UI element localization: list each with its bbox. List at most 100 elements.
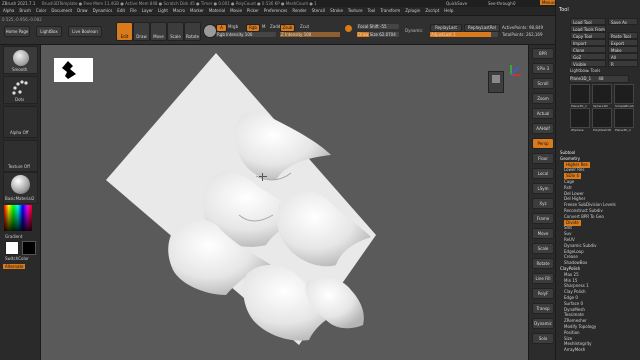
shelf-local-button[interactable]: Local [532,168,554,179]
replay-last-rel-button[interactable]: ReplayLastRel [464,24,500,32]
shelf-actual-button[interactable]: Actual [532,108,554,119]
edit-button[interactable]: Edit [116,22,133,41]
tool-thumb-simplebrush[interactable]: SimpleBrush [614,84,634,108]
mrgb-toggle[interactable]: Mrgb [228,24,238,29]
dynamic-toggle[interactable]: Dynamic [405,28,423,33]
menu-zscript[interactable]: Zscript [425,8,439,13]
shelf-bpr-button[interactable]: BPR [532,48,554,59]
shelf-line-fill-button[interactable]: Line Fill [532,273,554,284]
tool-paste-tool-button[interactable]: Paste Tool [608,32,638,39]
axis-gizmo-icon[interactable] [505,63,523,81]
tool-thumb-sphere3d[interactable]: Sphere3D [592,84,612,108]
a-button[interactable]: A [216,24,227,32]
z-intensity-slider[interactable]: Z Intensity 100 [280,32,340,37]
tool-all-button[interactable]: All [608,53,638,60]
menu-texture[interactable]: Texture [348,8,363,13]
menu-material[interactable]: Material [209,8,225,13]
zsub-toggle[interactable]: Zsub [280,24,295,32]
menu-zplugin[interactable]: Zplugin [405,8,420,13]
color-picker[interactable] [4,205,32,231]
shelf-dynamic-button[interactable]: Dynamic [532,318,554,329]
tool-load-tools-from-project-button[interactable]: Load Tools From Project [570,25,606,39]
menu-light[interactable]: Light [158,8,168,13]
adjust-last-slider[interactable]: AdjustLast 1 [430,32,498,37]
see-through-label[interactable]: See-through [488,1,513,6]
tool-section-arraymesh[interactable]: ArrayMesh [564,347,585,353]
menu-document[interactable]: Document [51,8,72,13]
shelf-rotate-button[interactable]: Rotate [532,258,554,269]
menu-transform[interactable]: Transform [380,8,400,13]
rgb-toggle[interactable]: Rgb [246,24,260,32]
brush-thumbnail[interactable]: Smooth [3,46,38,74]
shelf-zoom-button[interactable]: Zoom [532,93,554,104]
draw-button[interactable]: Draw [133,22,150,41]
menu-brush[interactable]: Brush [19,8,31,13]
shelf-aahalf-button[interactable]: AAHalf [532,123,554,134]
zadd-toggle[interactable]: Zadd [270,24,280,29]
menu-draw[interactable]: Draw [77,8,87,13]
focal-shift-slider[interactable]: Focal Shift -55 [357,24,399,29]
tool-thumb-plane3d-1[interactable]: Plane3D_1 [570,84,590,108]
material-thumbnail[interactable]: BasicMaterial2 [3,172,38,204]
menu-alpha[interactable]: Alpha [3,8,14,13]
secondary-color-swatch[interactable] [22,241,36,255]
tool-clone-button[interactable]: Clone [570,46,606,53]
home-page-button[interactable]: Home Page [4,26,30,37]
canvas-viewport[interactable] [41,45,528,360]
navigation-head-icon[interactable] [488,71,504,93]
menu-render[interactable]: Render [292,8,306,13]
menu-layer[interactable]: Layer [142,8,153,13]
menu-preferences[interactable]: Preferences [264,8,288,13]
tool-thumb-plane3d-1[interactable]: Plane3D_1 [614,108,634,132]
menu-color[interactable]: Color [36,8,46,13]
menu-tool[interactable]: Tool [368,8,376,13]
tool-export-button[interactable]: Export [608,39,638,46]
zcut-toggle[interactable]: Zcut [300,24,309,29]
sculpt-mesh[interactable] [41,45,528,360]
shelf-lsym-button[interactable]: LSym [532,183,554,194]
lightbox-button[interactable]: LightBox [36,26,62,37]
shelf-polyf-button[interactable]: PolyF [532,288,554,299]
menu-help[interactable]: Help [444,8,453,13]
rgb-intensity-slider[interactable]: Rgb Intensity 100 [216,32,276,37]
menu-macro[interactable]: Macro [173,8,185,13]
shelf-scale-button[interactable]: Scale [532,243,554,254]
lightbox-tools-button[interactable]: Lightbox▸ Tools [570,68,600,73]
main-color-swatch[interactable] [5,241,19,255]
alpha-thumbnail[interactable]: Alpha Off [3,106,38,138]
menu-file[interactable]: File [130,8,137,13]
menu-movie[interactable]: Movie [230,8,242,13]
switch-color-button[interactable]: SwitchColor [5,256,29,261]
tool-thumb-zsphere[interactable]: ZSphere [570,108,590,132]
menu-edit[interactable]: Edit [117,8,125,13]
tool-save-as-button[interactable]: Save As [608,18,638,25]
texture-thumbnail[interactable]: Texture Off [3,140,38,172]
tool-goz-button[interactable]: GoZ [570,53,606,60]
shelf-persp-button[interactable]: Persp [532,138,554,149]
stroke-thumbnail[interactable]: Dots [3,76,38,104]
shelf-solo-button[interactable]: Solo [532,333,554,344]
shelf-floor-button[interactable]: Floor [532,153,554,164]
shelf-spix-3-button[interactable]: SPix 3 [532,63,554,74]
live-boolean-button[interactable]: Live Boolean [68,26,102,37]
tool-r-button[interactable]: R [608,60,638,67]
move-button[interactable]: Move [150,22,167,41]
rotate-button[interactable]: Rotate [184,22,201,41]
replay-last-button[interactable]: ReplayLast [430,24,462,32]
m-toggle[interactable]: M [262,24,265,29]
tool-visible-button[interactable]: Visible [570,60,606,67]
quicksave-button[interactable]: QuickSave [446,1,467,6]
shelf-transp-button[interactable]: Transp [532,303,554,314]
material-sphere-icon[interactable] [203,24,217,38]
tool-make-polymesh3d-button[interactable]: Make PolyMesh3D [608,46,638,60]
current-tool-slider[interactable]: Plane3D_1 48 [569,75,629,83]
tool-copy-tool-button[interactable]: Copy Tool [570,32,606,39]
tool-thumb-polymesh3d[interactable]: PolyMesh3D [592,108,612,132]
draw-size-slider[interactable]: Draw Size 62.0704 [357,32,399,37]
tool-load-tool-button[interactable]: Load Tool [570,18,606,25]
shelf-move-button[interactable]: Move [532,228,554,239]
shelf-scroll-button[interactable]: Scroll [532,78,554,89]
shelf-frame-button[interactable]: Frame [532,213,554,224]
menu-stencil[interactable]: Stencil [312,8,326,13]
menu-picker[interactable]: Picker [247,8,259,13]
